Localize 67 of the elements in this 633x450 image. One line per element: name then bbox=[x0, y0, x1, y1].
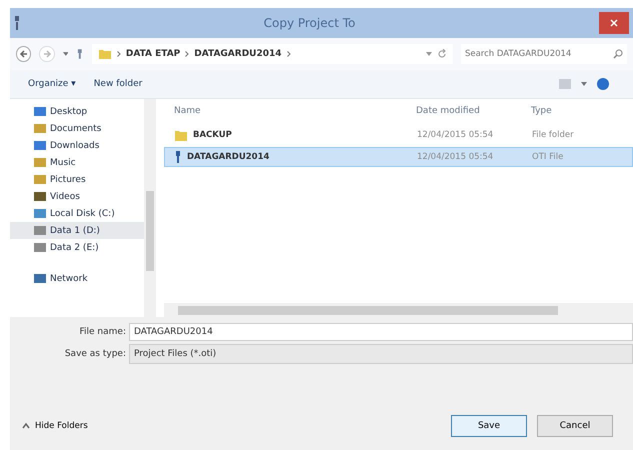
close-icon bbox=[610, 19, 618, 27]
sidebar-item[interactable]: Desktop bbox=[10, 103, 144, 120]
breadcrumb[interactable]: DATA ETAP bbox=[126, 49, 180, 59]
forward-arrow-icon bbox=[42, 49, 52, 59]
app-icon bbox=[14, 15, 20, 31]
window-title: Copy Project To bbox=[262, 16, 356, 30]
dropdown-icon[interactable] bbox=[62, 52, 68, 56]
sidebar-item[interactable]: Data 2 (E:) bbox=[10, 239, 144, 256]
location-icon bbox=[34, 157, 46, 168]
column-header[interactable]: Type bbox=[531, 106, 631, 116]
location-icon bbox=[34, 191, 46, 202]
type-cell-text: OTI File bbox=[532, 152, 564, 162]
location-icon bbox=[34, 273, 46, 284]
dialog-button[interactable]: Save bbox=[451, 415, 527, 437]
location-icon bbox=[34, 140, 46, 151]
file-icon bbox=[175, 151, 181, 163]
sidebar-item[interactable]: Data 1 (D:) bbox=[10, 222, 144, 239]
address-bar[interactable]: DATA ETAP DATAGARDU2014 bbox=[92, 44, 453, 64]
caret-icon bbox=[22, 422, 30, 430]
location-icon bbox=[34, 208, 46, 219]
chevron-icon bbox=[116, 51, 121, 57]
sidebar-item[interactable]: Music bbox=[10, 154, 144, 171]
column-header[interactable]: Name bbox=[164, 106, 416, 116]
file-name-field[interactable]: DATAGARDU2014 bbox=[129, 323, 633, 341]
dialog-button[interactable]: Cancel bbox=[537, 415, 613, 437]
organize-button[interactable]: Organize ▾ bbox=[24, 77, 80, 91]
file-name: BACKUP bbox=[193, 130, 232, 140]
scrollbar[interactable] bbox=[164, 303, 633, 317]
date-cell-text: 12/04/2015 05:54 bbox=[417, 130, 494, 140]
forward-button[interactable] bbox=[39, 46, 55, 62]
dropdown-icon[interactable] bbox=[581, 82, 587, 86]
search-icon bbox=[613, 49, 623, 59]
folder-icon bbox=[98, 47, 112, 61]
search-field[interactable]: Search DATAGARDU2014 bbox=[460, 44, 627, 64]
location-icon bbox=[34, 225, 46, 236]
field-label: File name: bbox=[78, 327, 126, 337]
file-row[interactable]: DATAGARDU2014 12/04/2015 05:54 OTI File bbox=[164, 147, 633, 167]
sidebar-item[interactable]: Local Disk (C:) bbox=[10, 205, 144, 222]
sidebar-item[interactable]: Downloads bbox=[10, 137, 144, 154]
location-icon bbox=[34, 123, 46, 134]
hide-folders-button[interactable]: Hide Folders bbox=[16, 420, 94, 432]
back-button[interactable] bbox=[16, 46, 32, 62]
help-icon[interactable] bbox=[597, 78, 609, 90]
dropdown-icon[interactable] bbox=[426, 52, 432, 56]
chevron-icon[interactable] bbox=[286, 51, 291, 57]
location-icon bbox=[34, 174, 46, 185]
file-name: DATAGARDU2014 bbox=[187, 152, 270, 162]
close-button[interactable] bbox=[599, 12, 629, 34]
refresh-icon[interactable] bbox=[436, 49, 447, 59]
type-cell-text: File folder bbox=[532, 130, 575, 140]
sidebar-item[interactable]: Documents bbox=[10, 120, 144, 137]
breadcrumb[interactable]: DATAGARDU2014 bbox=[194, 49, 282, 59]
file-row[interactable]: BACKUP 12/04/2015 05:54 File folder bbox=[164, 125, 633, 145]
location-icon bbox=[34, 242, 46, 253]
location-icon bbox=[34, 106, 46, 117]
date-cell-text: 12/04/2015 05:54 bbox=[417, 152, 494, 162]
field-label: Save as type: bbox=[64, 349, 126, 359]
column-header[interactable]: Date modified bbox=[416, 106, 531, 116]
back-arrow-icon bbox=[18, 49, 29, 59]
chevron-icon bbox=[185, 51, 190, 57]
sidebar-item[interactable]: Videos bbox=[10, 188, 144, 205]
sidebar-item[interactable]: Pictures bbox=[10, 171, 144, 188]
sidebar-item[interactable]: Network bbox=[10, 270, 144, 287]
new-folder-button[interactable]: New folder bbox=[90, 77, 146, 91]
scrollbar[interactable] bbox=[144, 99, 156, 317]
folder-icon bbox=[175, 130, 187, 140]
file-type-dropdown[interactable]: Project Files (*.oti) bbox=[129, 344, 633, 364]
